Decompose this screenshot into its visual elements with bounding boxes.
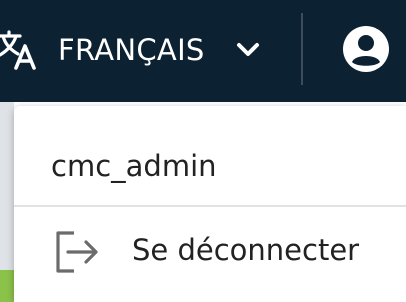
menu-divider — [14, 205, 406, 207]
logout-label: Se déconnecter — [132, 233, 360, 267]
account-dropdown-menu: cmc_admin Se déconnecter — [14, 106, 406, 302]
account-circle-icon[interactable] — [342, 25, 390, 73]
logout-icon — [52, 227, 102, 277]
chevron-down-icon[interactable] — [234, 36, 262, 64]
topbar-divider — [301, 13, 303, 85]
top-navigation-bar: FRANÇAIS — [0, 0, 406, 102]
language-selector-label[interactable]: FRANÇAIS — [58, 30, 205, 70]
background-page-accent — [0, 270, 14, 302]
username-label: cmc_admin — [51, 149, 217, 183]
translate-icon[interactable] — [0, 28, 38, 72]
logout-menu-item[interactable]: Se déconnecter — [14, 208, 406, 298]
